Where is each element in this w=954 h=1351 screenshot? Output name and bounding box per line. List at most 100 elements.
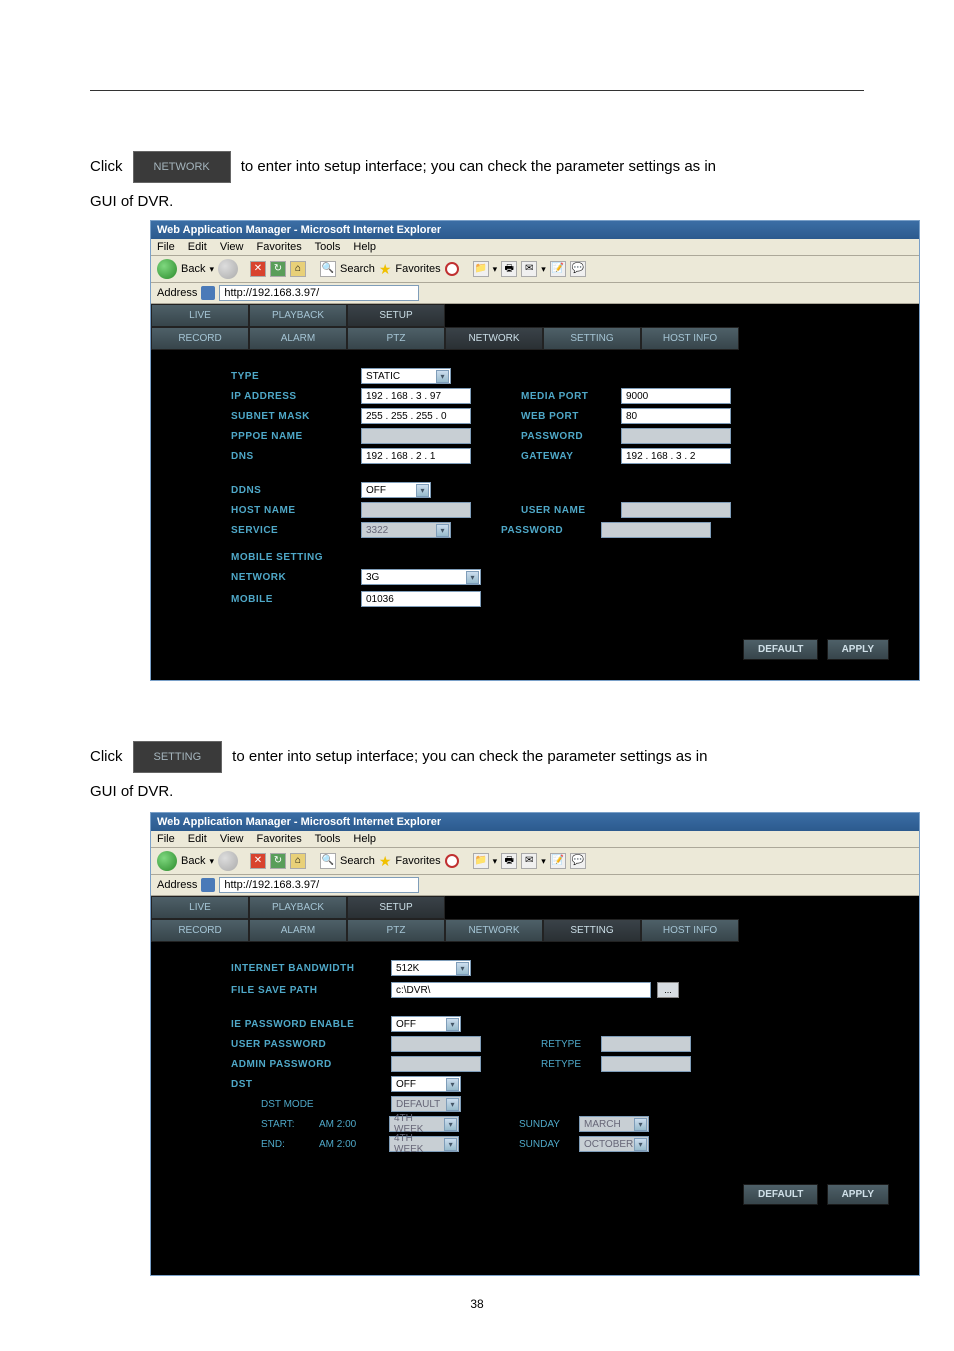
refresh-icon[interactable]: ↻ (270, 261, 286, 277)
favorites-icon[interactable]: ★ (379, 261, 392, 278)
back-chevron-icon[interactable]: ▾ (209, 264, 214, 275)
toolbar: Back ▾ ✕ ↻ ⌂ 🔍 Search ★ Favorites 📁 ▾ 🖶 … (151, 256, 919, 283)
subtab-setting2[interactable]: SETTING (543, 919, 641, 942)
tab-live2[interactable]: LIVE (151, 896, 249, 919)
subtab-alarm[interactable]: ALARM (249, 327, 347, 350)
menu-file[interactable]: File (157, 241, 175, 253)
menu-help2[interactable]: Help (353, 833, 376, 845)
dstmode-label: DST MODE (261, 1099, 391, 1110)
stop-icon[interactable]: ✕ (250, 261, 266, 277)
subtab-record2[interactable]: RECORD (151, 919, 249, 942)
favorites-icon2[interactable]: ★ (379, 853, 392, 870)
chevron-down-icon[interactable]: ▾ (456, 962, 469, 975)
chevron-down-icon[interactable]: ▾ (466, 571, 479, 584)
dst-select[interactable]: OFF▾ (391, 1076, 461, 1092)
userpw-label: USER PASSWORD (231, 1039, 391, 1050)
menu-tools2[interactable]: Tools (315, 833, 341, 845)
favorites-label2[interactable]: Favorites (395, 855, 440, 867)
menu-view2[interactable]: View (220, 833, 244, 845)
default-button[interactable]: DEFAULT (743, 639, 818, 660)
favorites-label[interactable]: Favorites (395, 263, 440, 275)
search-label[interactable]: Search (340, 263, 375, 275)
back-icon2[interactable] (157, 851, 177, 871)
webport-input[interactable]: 80 (621, 408, 731, 424)
ip-input[interactable]: 192 . 168 . 3 . 97 (361, 388, 471, 404)
tab-setup[interactable]: SETUP (347, 304, 445, 327)
refresh-icon2[interactable]: ↻ (270, 853, 286, 869)
tab-live[interactable]: LIVE (151, 304, 249, 327)
address-input[interactable]: http://192.168.3.97/ (219, 285, 419, 301)
dns-input[interactable]: 192 . 168 . 2 . 1 (361, 448, 471, 464)
mobile-input[interactable]: 01036 (361, 591, 481, 607)
mail-icon2[interactable]: ✉ (521, 853, 537, 869)
mail-icon[interactable]: ✉ (521, 261, 537, 277)
back-icon[interactable] (157, 259, 177, 279)
type-select[interactable]: STATIC▾ (361, 368, 451, 384)
tab-playback[interactable]: PLAYBACK (249, 304, 347, 327)
subtab-setting[interactable]: SETTING (543, 327, 641, 350)
print-icon2[interactable]: 🖶 (501, 853, 517, 869)
chevron-down-icon[interactable]: ▾ (436, 370, 449, 383)
edit-icon[interactable]: 📝 (550, 261, 566, 277)
subtab-network[interactable]: NETWORK (445, 327, 543, 350)
blocked-icon2[interactable] (445, 854, 459, 868)
print-icon[interactable]: 🖶 (501, 261, 517, 277)
iepw-select[interactable]: OFF▾ (391, 1016, 461, 1032)
chevron-down-icon[interactable]: ▾ (416, 484, 429, 497)
menu-file2[interactable]: File (157, 833, 175, 845)
ddns-select[interactable]: OFF▾ (361, 482, 431, 498)
menu-tools[interactable]: Tools (315, 241, 341, 253)
subnet-input[interactable]: 255 . 255 . 255 . 0 (361, 408, 471, 424)
subtab-hostinfo2[interactable]: HOST INFO (641, 919, 739, 942)
window-title: Web Application Manager - Microsoft Inte… (151, 221, 919, 239)
end-week-select: 4TH WEEK▾ (389, 1136, 459, 1152)
bandwidth-select[interactable]: 512K▾ (391, 960, 471, 976)
forward-icon2[interactable] (218, 851, 238, 871)
blocked-icon[interactable] (445, 262, 459, 276)
service-select: 3322▾ (361, 522, 451, 538)
stop-icon2[interactable]: ✕ (250, 853, 266, 869)
menu-favorites[interactable]: Favorites (257, 241, 302, 253)
subtab-network2[interactable]: NETWORK (445, 919, 543, 942)
back-label[interactable]: Back (181, 263, 205, 275)
browse-button[interactable]: ... (657, 982, 679, 998)
menu-edit2[interactable]: Edit (188, 833, 207, 845)
search-icon[interactable]: 🔍 (320, 261, 336, 277)
mediaport-input[interactable]: 9000 (621, 388, 731, 404)
chevron-down-icon[interactable]: ▾ (446, 1078, 459, 1091)
chevron-down-icon[interactable]: ▾ (446, 1018, 459, 1031)
menu-view[interactable]: View (220, 241, 244, 253)
back-chevron-icon2[interactable]: ▾ (209, 856, 214, 867)
menu-edit[interactable]: Edit (188, 241, 207, 253)
subtab-hostinfo[interactable]: HOST INFO (641, 327, 739, 350)
subtab-alarm2[interactable]: ALARM (249, 919, 347, 942)
forward-icon[interactable] (218, 259, 238, 279)
apply-button2[interactable]: APPLY (827, 1184, 889, 1205)
filesave-input[interactable]: c:\DVR\ (391, 982, 651, 998)
home-icon[interactable]: ⌂ (290, 261, 306, 277)
apply-button[interactable]: APPLY (827, 639, 889, 660)
subtab-record[interactable]: RECORD (151, 327, 249, 350)
folder-icon[interactable]: 📁 (473, 261, 489, 277)
folder-icon2[interactable]: 📁 (473, 853, 489, 869)
back-label2[interactable]: Back (181, 855, 205, 867)
edit-icon2[interactable]: 📝 (550, 853, 566, 869)
retype2-input (601, 1056, 691, 1072)
search-label2[interactable]: Search (340, 855, 375, 867)
search-icon2[interactable]: 🔍 (320, 853, 336, 869)
tab-playback2[interactable]: PLAYBACK (249, 896, 347, 919)
default-button2[interactable]: DEFAULT (743, 1184, 818, 1205)
tab-setup2[interactable]: SETUP (347, 896, 445, 919)
menu-help[interactable]: Help (353, 241, 376, 253)
discuss-icon2[interactable]: 💬 (570, 853, 586, 869)
menu-favorites2[interactable]: Favorites (257, 833, 302, 845)
addressbar: Address http://192.168.3.97/ (151, 283, 919, 304)
subtab-ptz2[interactable]: PTZ (347, 919, 445, 942)
discuss-icon[interactable]: 💬 (570, 261, 586, 277)
gateway-input[interactable]: 192 . 168 . 3 . 2 (621, 448, 731, 464)
subtab-ptz[interactable]: PTZ (347, 327, 445, 350)
address-input2[interactable]: http://192.168.3.97/ (219, 877, 419, 893)
setting-tab-inline: SETTING (133, 741, 223, 773)
home-icon2[interactable]: ⌂ (290, 853, 306, 869)
mobile-network-select[interactable]: 3G▾ (361, 569, 481, 585)
